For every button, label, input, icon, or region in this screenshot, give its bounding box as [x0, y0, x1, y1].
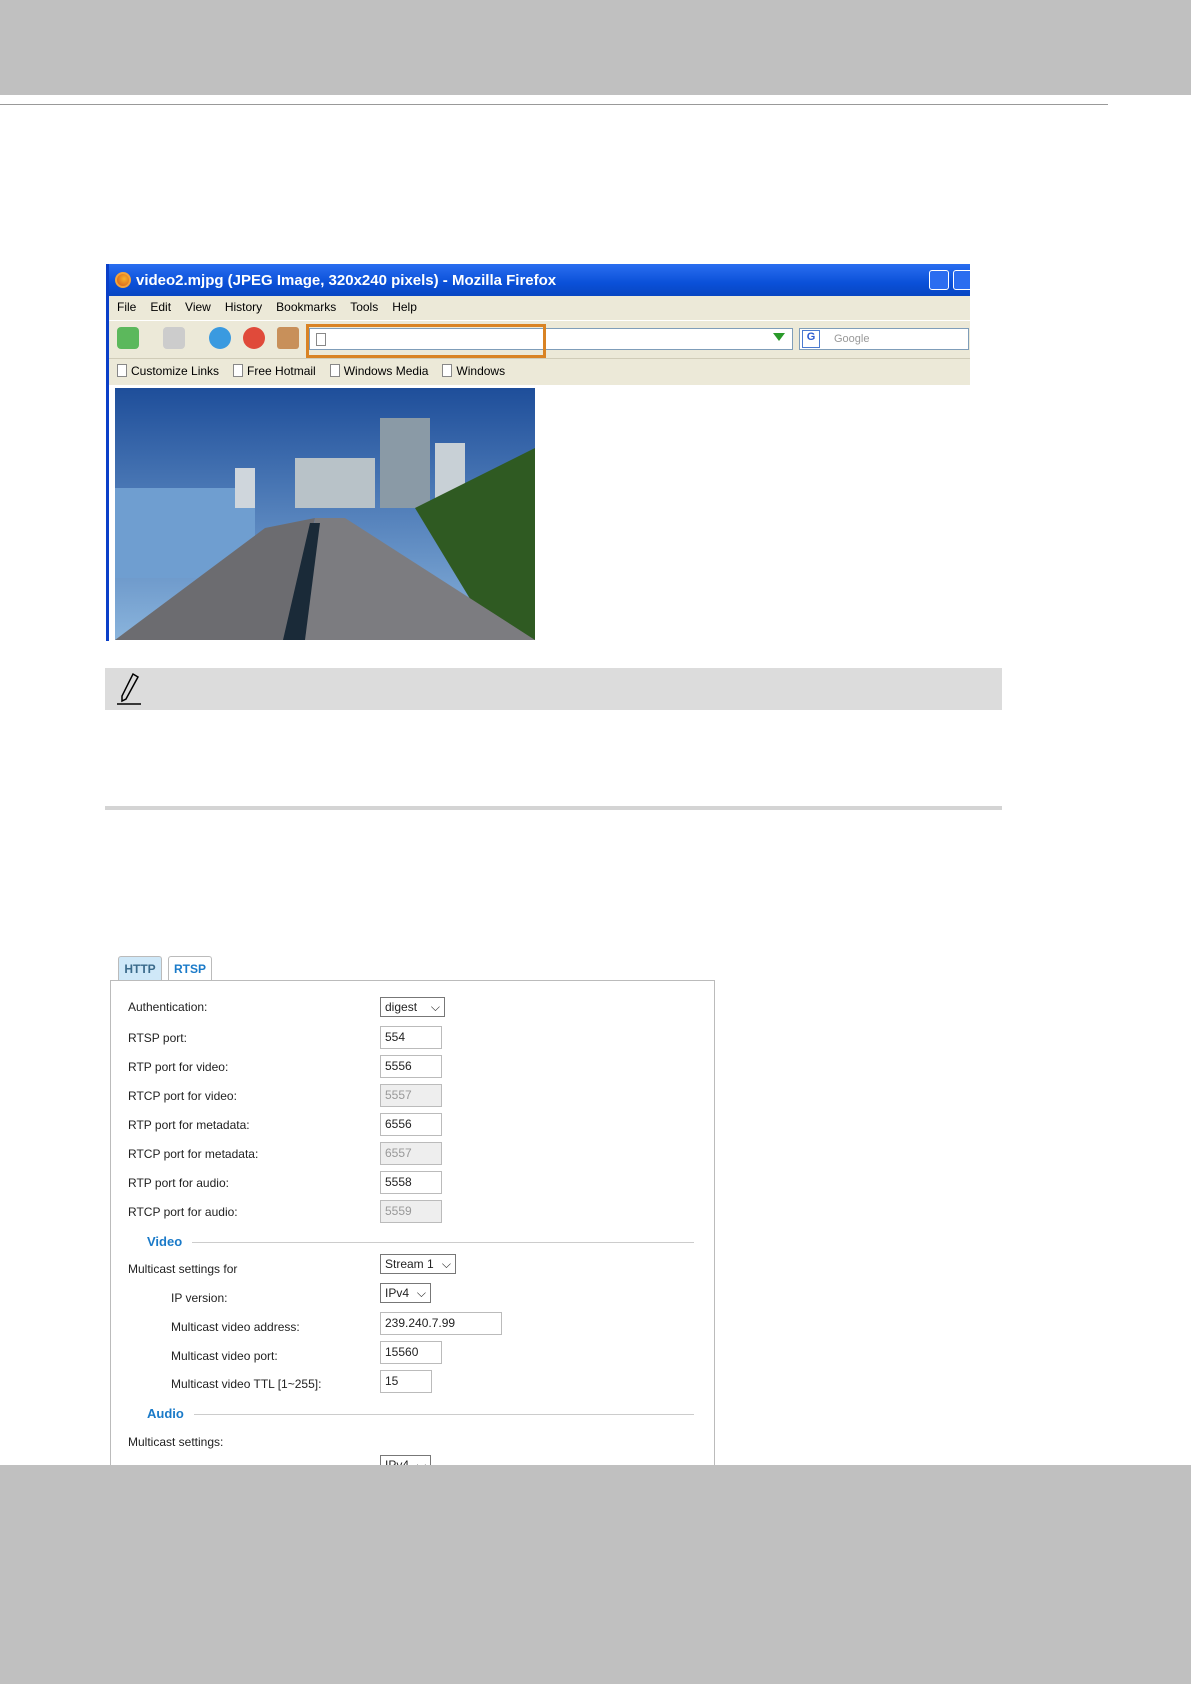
multicast-port-label: Multicast video port: — [171, 1349, 278, 1363]
url-highlight-box — [306, 324, 546, 358]
rtp-audio-port-input[interactable]: 5558 — [380, 1171, 442, 1194]
reload-icon[interactable] — [209, 327, 231, 349]
back-arrow-icon[interactable] — [117, 327, 139, 349]
rtcp-video-port-input: 5557 — [380, 1084, 442, 1107]
video-legend: Video — [129, 1234, 193, 1249]
multicast-address-label: Multicast video address: — [171, 1320, 300, 1334]
chevron-down-icon: ⌵ — [430, 999, 440, 1014]
multicast-port-input[interactable]: 15560 — [380, 1341, 442, 1364]
home-icon[interactable] — [277, 327, 299, 349]
menu-edit[interactable]: Edit — [150, 300, 171, 314]
menu-history[interactable]: History — [225, 300, 262, 314]
multicast-settings-label: Multicast settings for — [128, 1262, 238, 1276]
rtcp-metadata-port-label: RTCP port for metadata: — [128, 1147, 259, 1161]
page-icon — [329, 364, 340, 377]
chevron-down-icon: ⌵ — [416, 1285, 426, 1300]
stop-icon[interactable] — [243, 327, 265, 349]
rtp-video-port-input[interactable]: 5556 — [380, 1055, 442, 1078]
title-bar: video2.mjpg (JPEG Image, 320x240 pixels)… — [109, 264, 970, 296]
menu-bar: File Edit View History Bookmarks Tools H… — [109, 296, 970, 318]
rtcp-audio-port-input: 5559 — [380, 1200, 442, 1223]
page-icon — [233, 364, 244, 377]
browser-content — [109, 385, 970, 641]
rtp-metadata-port-input[interactable]: 6556 — [380, 1113, 442, 1136]
menu-file[interactable]: File — [117, 300, 136, 314]
rtcp-audio-port-label: RTCP port for audio: — [128, 1205, 238, 1219]
forward-arrow-icon[interactable] — [163, 327, 185, 349]
rtp-audio-port-label: RTP port for audio: — [128, 1176, 229, 1190]
search-input[interactable]: G Google — [799, 328, 969, 350]
authentication-label: Authentication: — [128, 1000, 208, 1014]
multicast-ttl-label: Multicast video TTL [1~255]: — [171, 1377, 322, 1391]
rtsp-port-label: RTSP port: — [128, 1031, 187, 1045]
authentication-select[interactable]: digest ⌵ — [380, 997, 445, 1017]
audio-multicast-label: Multicast settings: — [128, 1435, 224, 1449]
bookmark-customize-links[interactable]: Customize Links — [117, 364, 219, 378]
firefox-window: video2.mjpg (JPEG Image, 320x240 pixels)… — [106, 264, 970, 641]
bookmark-windows[interactable]: Windows — [442, 364, 505, 378]
bookmarks-toolbar: Customize Links Free Hotmail Windows Med… — [109, 358, 970, 382]
rtsp-settings-panel: Authentication: digest ⌵ RTSP port: 554 R… — [110, 980, 715, 1480]
rtp-video-port-label: RTP port for video: — [128, 1060, 229, 1074]
menu-help[interactable]: Help — [392, 300, 417, 314]
page-header-band — [0, 0, 1191, 95]
rtp-metadata-port-label: RTP port for metadata: — [128, 1118, 250, 1132]
google-icon: G — [802, 330, 820, 348]
audio-section: Audio — [129, 1406, 694, 1421]
multicast-ttl-input[interactable]: 15 — [380, 1370, 432, 1393]
section-divider — [105, 806, 1002, 810]
multicast-address-input[interactable]: 239.240.7.99 — [380, 1312, 502, 1335]
menu-tools[interactable]: Tools — [350, 300, 378, 314]
navigation-toolbar: G Google — [109, 320, 970, 358]
rtsp-port-input[interactable]: 554 — [380, 1026, 442, 1049]
chevron-down-icon: ⌵ — [441, 1256, 451, 1271]
bookmark-windows-media[interactable]: Windows Media — [329, 364, 428, 378]
tab-rtsp[interactable]: RTSP — [168, 956, 212, 981]
ip-version-label: IP version: — [171, 1291, 228, 1305]
video-section: Video — [129, 1234, 694, 1249]
ip-version-select[interactable]: IPv4 ⌵ — [380, 1283, 431, 1303]
tab-http[interactable]: HTTP — [118, 956, 162, 981]
rtcp-metadata-port-input: 6557 — [380, 1142, 442, 1165]
firefox-logo-icon — [115, 272, 131, 288]
stream-select[interactable]: Stream 1 ⌵ — [380, 1254, 456, 1274]
page-footer-band — [0, 1465, 1191, 1684]
rtcp-video-port-label: RTCP port for video: — [128, 1089, 237, 1103]
page-icon — [117, 364, 127, 377]
menu-bookmarks[interactable]: Bookmarks — [276, 300, 336, 314]
pencil-icon — [117, 672, 141, 705]
maximize-button[interactable] — [953, 270, 970, 290]
camera-snapshot-image — [115, 388, 535, 640]
bookmark-free-hotmail[interactable]: Free Hotmail — [233, 364, 316, 378]
page-icon — [442, 364, 453, 377]
header-rule — [0, 104, 1108, 105]
minimize-button[interactable] — [929, 270, 949, 290]
window-title: video2.mjpg (JPEG Image, 320x240 pixels)… — [136, 271, 557, 289]
go-arrow-icon[interactable] — [773, 333, 785, 341]
menu-view[interactable]: View — [185, 300, 211, 314]
note-box — [105, 668, 1002, 710]
audio-legend: Audio — [129, 1406, 194, 1421]
